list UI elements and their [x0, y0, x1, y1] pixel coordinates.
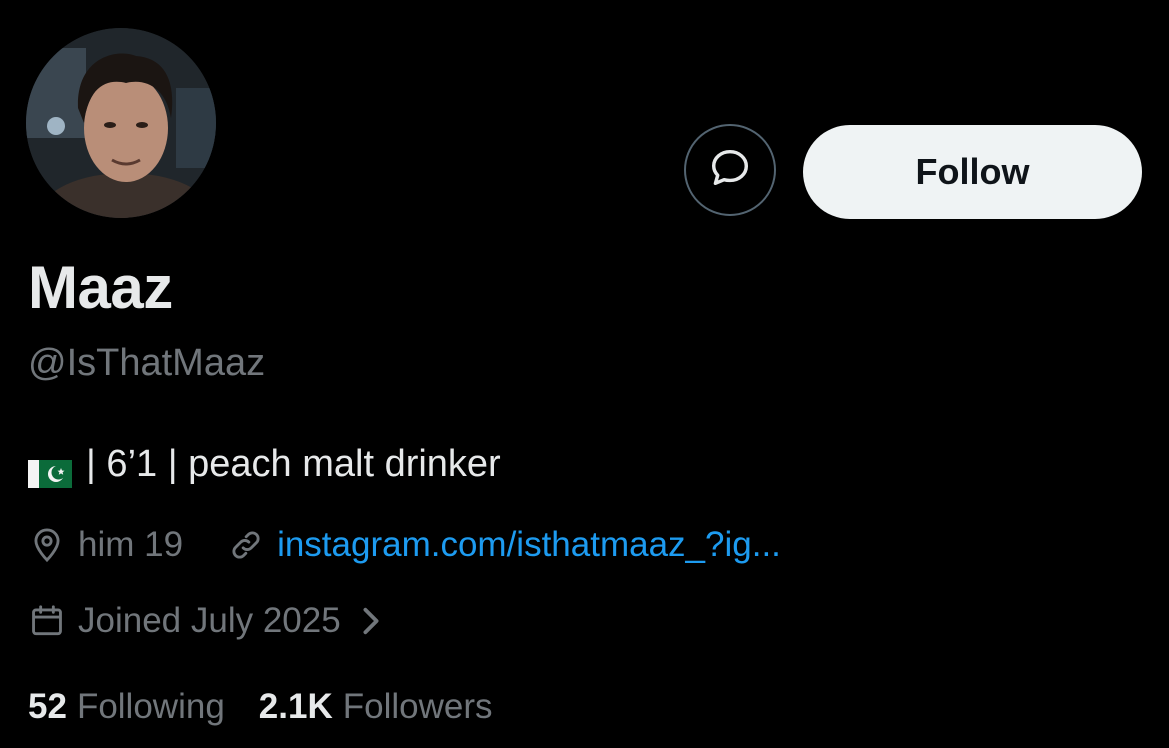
display-name: Maaz [28, 254, 173, 321]
followers-label: Followers [342, 687, 493, 726]
bio: | 6’1 | peach malt drinker [28, 438, 501, 490]
avatar-photo [26, 28, 216, 218]
following-label: Following [76, 687, 225, 726]
chevron-right-icon [359, 606, 383, 636]
joined-date-button[interactable]: Joined July 2025 [28, 598, 383, 644]
location-pin-icon [28, 526, 66, 564]
profile-meta-joined-row: Joined July 2025 [28, 598, 383, 644]
follow-stats: 52 Following 2.1K Followers [28, 684, 493, 730]
bio-text: | 6’1 | peach malt drinker [86, 443, 501, 485]
joined-text: Joined July 2025 [78, 601, 341, 640]
location-text: him 19 [78, 525, 184, 564]
following-link[interactable]: 52 Following [28, 684, 225, 730]
follow-button[interactable]: Follow [803, 125, 1142, 219]
calendar-icon [28, 602, 66, 640]
message-button[interactable] [684, 124, 776, 216]
follow-button-label: Follow [915, 151, 1030, 192]
pakistan-flag-icon [28, 450, 72, 488]
following-count: 52 [28, 687, 67, 726]
link-icon [227, 526, 265, 564]
handle: @IsThatMaaz [28, 342, 266, 384]
message-bubble-icon [707, 145, 753, 196]
avatar[interactable] [26, 28, 216, 218]
profile-link[interactable]: instagram.com/isthatmaaz_?ig... [277, 522, 781, 568]
followers-link[interactable]: 2.1K Followers [259, 684, 493, 730]
followers-count: 2.1K [258, 687, 333, 726]
profile-meta-location-row: him 19 instagram.com/isthatmaaz_?ig... [28, 522, 781, 568]
